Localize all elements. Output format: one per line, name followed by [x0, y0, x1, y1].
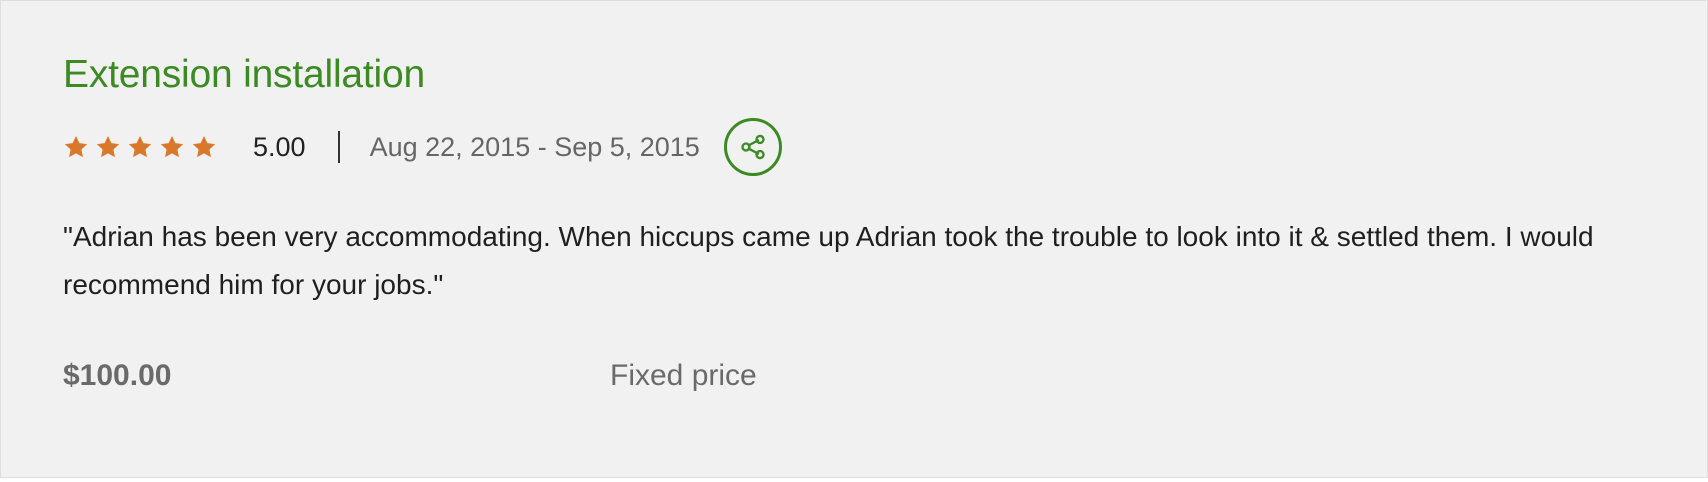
share-button[interactable]	[723, 118, 782, 176]
star-rating	[63, 134, 217, 160]
star-icon	[159, 134, 185, 160]
star-icon	[191, 134, 217, 160]
share-icon	[741, 134, 765, 160]
date-range: Aug 22, 2015 - Sep 5, 2015	[369, 131, 700, 162]
price-type: Fixed price	[610, 359, 757, 392]
meta-divider	[337, 131, 340, 163]
star-icon	[127, 134, 153, 160]
job-meta-row: 5.00 Aug 22, 2015 - Sep 5, 2015	[63, 115, 782, 179]
job-title[interactable]: Extension installation	[63, 53, 425, 97]
job-feedback-card: Extension installation 5.00 Aug 22, 2015…	[0, 0, 1708, 478]
review-text: "Adrian has been very accommodating. Whe…	[63, 221, 1594, 300]
job-price: $100.00	[63, 359, 172, 392]
star-icon	[95, 134, 121, 160]
star-icon	[63, 134, 89, 160]
rating-score: 5.00	[253, 131, 306, 162]
